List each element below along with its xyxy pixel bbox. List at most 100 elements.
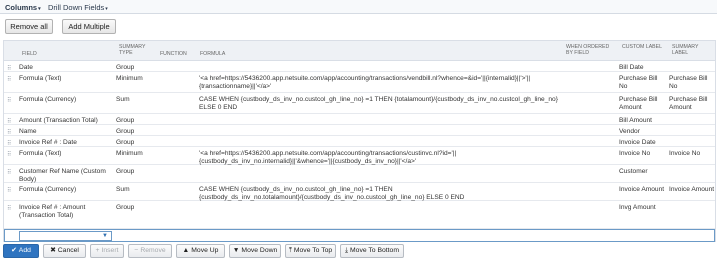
button-label: Move To Bottom <box>350 247 399 254</box>
button-label: Move Up <box>191 247 219 254</box>
cell-formula: CASE WHEN {custbody_ds_inv_no.custcol_gh… <box>199 96 558 112</box>
button-label: Add <box>18 247 31 254</box>
table-row[interactable]: ⠿ Customer Ref Name (Custom Body) Group Cus… <box>4 165 715 183</box>
cell-field: Formula (Text) <box>19 150 62 157</box>
cell-summary: Group <box>116 139 135 146</box>
cell-custom: Bill Amount <box>619 117 652 124</box>
cell-field: Formula (Currency) <box>19 186 77 193</box>
cell-custom: Vendor <box>619 128 640 135</box>
close-icon: ✖ <box>50 247 56 254</box>
tab-dropdown-icon: ▾ <box>38 6 41 12</box>
button-label: Move To Top <box>293 247 333 254</box>
move-up-button[interactable]: ▲ Move Up <box>176 244 225 258</box>
cell-custom: Invoice Date <box>619 139 656 146</box>
cell-summary: Group <box>116 204 135 211</box>
table-row[interactable]: ⠿ Invoice Ref # : Amount (Transaction Tot… <box>4 201 715 229</box>
remove-button[interactable]: − Remove <box>128 244 172 258</box>
tab-dropdown-icon: ▾ <box>105 6 108 12</box>
edit-row[interactable]: ▼ <box>4 229 715 242</box>
drag-handle-icon[interactable]: ⠿ <box>7 65 11 72</box>
move-up-icon: ▲ <box>182 247 190 254</box>
drag-handle-icon[interactable]: ⠿ <box>7 205 11 212</box>
field-select[interactable]: ▼ <box>19 231 112 241</box>
table-row[interactable]: ⠿ Formula (Text) Minimum '<a href=https://5… <box>4 147 715 165</box>
table-row[interactable]: ⠿ Date Group Bill Date <box>4 61 715 72</box>
drag-handle-icon[interactable]: ⠿ <box>7 76 11 83</box>
cell-field: Invoice Ref # : Amount (Transaction Tota… <box>19 204 86 220</box>
cell-summary-label: Purchase Bill Amount <box>669 96 708 112</box>
drag-handle-icon[interactable]: ⠿ <box>7 151 11 158</box>
cell-summary: Group <box>116 117 135 124</box>
button-label: Remove <box>140 247 166 254</box>
move-to-top-button[interactable]: ⤒ Move To Top <box>285 244 336 258</box>
move-to-bottom-icon: ⤓ <box>344 247 348 254</box>
table-row[interactable]: ⠿ Name Group Vendor <box>4 125 715 136</box>
tab-drill-down-fields[interactable]: Drill Down Fields▾ <box>48 3 108 12</box>
drag-handle-icon[interactable]: ⠿ <box>7 187 11 194</box>
drag-handle-icon[interactable]: ⠿ <box>7 169 11 176</box>
button-label: Insert <box>101 247 119 254</box>
tab-columns[interactable]: Columns▾ <box>5 3 41 12</box>
table-row[interactable]: ⠿ Invoice Ref # : Date Group Invoice Date <box>4 136 715 147</box>
cell-summary: Group <box>116 128 135 135</box>
col-header-custom-label[interactable]: Custom Label <box>622 44 662 50</box>
move-down-button[interactable]: ▼ Move Down <box>229 244 281 258</box>
cell-field: Customer Ref Name (Custom Body) <box>19 168 106 184</box>
cell-formula: CASE WHEN {custbody_ds_inv_no.custcol_gh… <box>199 186 465 202</box>
cell-field: Formula (Text) <box>19 75 62 82</box>
remove-icon: − <box>134 247 139 254</box>
cell-summary: Sum <box>116 96 130 103</box>
check-icon: ✔ <box>11 247 17 254</box>
cell-summary: Minimum <box>116 75 143 82</box>
cell-summary: Group <box>116 168 135 175</box>
cell-summary: Minimum <box>116 150 143 157</box>
button-label: Cancel <box>57 247 79 254</box>
cell-custom: Invoice No <box>619 150 651 157</box>
table-row[interactable]: ⠿ Amount (Transaction Total) Group Bill Amo… <box>4 114 715 125</box>
col-header-formula[interactable]: Formula <box>200 51 225 57</box>
cell-summary-label: Purchase Bill No <box>669 75 708 91</box>
insert-button[interactable]: + Insert <box>90 244 124 258</box>
insert-icon: + <box>95 247 100 254</box>
drag-handle-icon[interactable]: ⠿ <box>7 140 11 147</box>
table-row[interactable]: ⠿ Formula (Currency) Sum CASE WHEN {custbod… <box>4 183 715 201</box>
cell-formula: '<a href=https://5436200.app.netsuite.co… <box>199 150 457 166</box>
cell-summary-label: Invoice No <box>669 150 701 157</box>
add-multiple-button[interactable]: Add Multiple <box>62 19 116 34</box>
chevron-down-icon: ▼ <box>102 233 108 239</box>
cell-formula: '<a href=https://5436200.app.netsuite.co… <box>199 75 531 91</box>
cell-custom: Purchase Bill No <box>619 75 658 91</box>
cell-summary-label: Invoice Amount <box>669 186 715 193</box>
cell-field: Invoice Ref # : Date <box>19 139 77 146</box>
subtab-bar: Columns▾ Drill Down Fields▾ <box>0 0 717 14</box>
cell-field: Formula (Currency) <box>19 96 77 103</box>
cell-custom: Customer <box>619 168 648 175</box>
columns-grid: Field Summary Type Function Formula When… <box>3 40 716 242</box>
cell-custom: Bill Date <box>619 64 644 71</box>
move-to-bottom-button[interactable]: ⤓ Move To Bottom <box>340 244 404 258</box>
cell-field: Date <box>19 64 33 71</box>
drag-handle-icon[interactable]: ⠿ <box>7 97 11 104</box>
col-header-field[interactable]: Field <box>22 51 37 57</box>
add-button[interactable]: ✔ Add <box>3 244 39 258</box>
cell-field: Amount (Transaction Total) <box>19 117 98 124</box>
remove-all-button[interactable]: Remove all <box>5 19 53 34</box>
table-row[interactable]: ⠿ Formula (Currency) Sum CASE WHEN {custbod… <box>4 93 715 114</box>
drag-handle-icon[interactable]: ⠿ <box>7 118 11 125</box>
cell-custom: Invoice Amount <box>619 186 665 193</box>
table-row[interactable]: ⠿ Formula (Text) Minimum '<a href=https://5… <box>4 72 715 93</box>
col-header-summary-label[interactable]: Summary Label <box>672 44 712 56</box>
grid-header: Field Summary Type Function Formula When… <box>4 41 715 61</box>
cell-custom: Invg Amount <box>619 204 656 211</box>
cell-summary: Group <box>116 64 135 71</box>
cancel-button[interactable]: ✖ Cancel <box>43 244 86 258</box>
button-label: Move Down <box>241 247 278 254</box>
cell-field: Name <box>19 128 37 135</box>
move-down-icon: ▼ <box>232 247 240 254</box>
col-header-summary-type[interactable]: Summary Type <box>119 44 157 56</box>
col-header-when-ordered[interactable]: When Ordered By Field <box>566 44 616 56</box>
drag-handle-icon[interactable]: ⠿ <box>7 129 11 136</box>
col-header-function[interactable]: Function <box>160 51 187 57</box>
cell-summary: Sum <box>116 186 130 193</box>
cell-custom: Purchase Bill Amount <box>619 96 658 112</box>
